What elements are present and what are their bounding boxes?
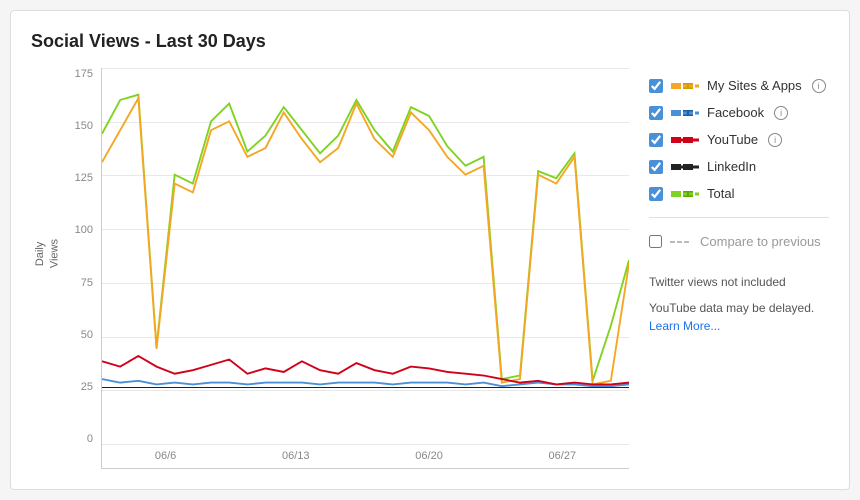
legend-item-total: Total — [649, 186, 829, 201]
legend-label-facebook: Facebook — [707, 105, 764, 120]
grid-line — [102, 390, 629, 391]
compare-label: Compare to previous — [700, 234, 821, 249]
legend-item-youtube: YouTube i — [649, 132, 829, 147]
learn-more-link[interactable]: Learn More... — [649, 319, 720, 333]
legend-divider — [649, 217, 829, 218]
legend-line-icon — [671, 79, 699, 93]
compare-checkbox[interactable] — [649, 235, 662, 248]
twitter-note: Twitter views not included — [649, 273, 829, 291]
page-title: Social Views - Last 30 Days — [31, 31, 829, 52]
info-icon-facebook[interactable]: i — [774, 106, 788, 120]
social-views-card: Social Views - Last 30 Days 175 150 125 100… — [10, 10, 850, 490]
youtube-note: YouTube data may be delayed. Learn More.… — [649, 299, 829, 335]
legend-checkbox-facebook[interactable] — [649, 106, 663, 120]
info-icon-youtube[interactable]: i — [768, 133, 782, 147]
y-tick: 75 — [81, 277, 93, 289]
legend-label-my-sites: My Sites & Apps — [707, 78, 802, 93]
legend: My Sites & Apps i Facebook i YouTube i LinkedI… — [629, 68, 829, 469]
legend-line-icon — [671, 187, 699, 201]
chart-area: 175 150 125 100 75 50 25 0 06/6 06/13 06/20 06/… — [31, 68, 829, 469]
legend-item-linkedin: LinkedIn — [649, 159, 829, 174]
y-tick: 125 — [75, 172, 93, 184]
legend-checkbox-my-sites[interactable] — [649, 79, 663, 93]
x-label-2: 06/13 — [282, 450, 310, 462]
info-icon-my-sites[interactable]: i — [812, 79, 826, 93]
compare-section: Compare to previous — [649, 234, 829, 249]
chart-inner: 175 150 125 100 75 50 25 0 06/6 06/13 06/20 06/… — [69, 68, 629, 469]
notes-section: Twitter views not included YouTube data m… — [649, 273, 829, 335]
legend-item-my-sites: My Sites & Apps i — [649, 78, 829, 93]
x-label-4: 06/27 — [549, 450, 577, 462]
y-tick: 0 — [87, 433, 93, 445]
legend-line-icon — [671, 106, 699, 120]
x-label-1: 06/6 — [155, 450, 176, 462]
y-tick: 150 — [75, 120, 93, 132]
legend-line-icon — [671, 160, 699, 174]
legend-label-linkedin: LinkedIn — [707, 159, 756, 174]
legend-checkbox-total[interactable] — [649, 187, 663, 201]
y-tick: 50 — [81, 329, 93, 341]
legend-line-icon — [671, 133, 699, 147]
chart-container: 175 150 125 100 75 50 25 0 06/6 06/13 06/20 06/… — [31, 68, 629, 469]
y-tick: 100 — [75, 224, 93, 236]
compare-dashes-icon — [670, 237, 692, 247]
y-axis-label: DailyViews — [33, 239, 63, 268]
y-axis: 175 150 125 100 75 50 25 0 — [69, 68, 101, 469]
legend-checkbox-youtube[interactable] — [649, 133, 663, 147]
chart-svg — [102, 68, 629, 388]
legend-label-youtube: YouTube — [707, 132, 758, 147]
y-tick: 25 — [81, 381, 93, 393]
legend-label-total: Total — [707, 186, 734, 201]
legend-checkbox-linkedin[interactable] — [649, 160, 663, 174]
x-axis: 06/6 06/13 06/20 06/27 — [102, 444, 629, 468]
legend-item-facebook: Facebook i — [649, 105, 829, 120]
x-label-3: 06/20 — [415, 450, 443, 462]
y-tick: 175 — [75, 68, 93, 80]
plot-area: 06/6 06/13 06/20 06/27 — [101, 68, 629, 469]
